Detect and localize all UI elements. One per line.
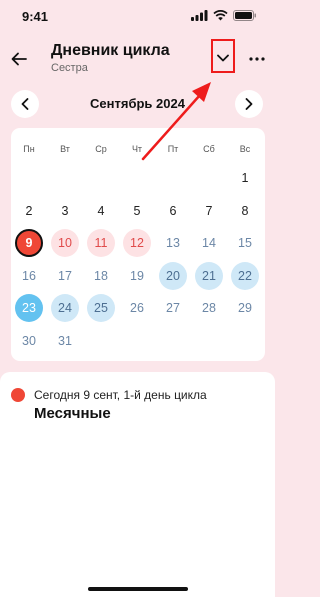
profile-dropdown-button[interactable] (210, 42, 236, 74)
page-subtitle: Сестра (51, 62, 88, 74)
status-time: 9:41 (22, 9, 49, 24)
calendar-day-30[interactable]: 30 (15, 327, 43, 355)
calendar-day-5[interactable]: 5 (123, 197, 151, 225)
calendar-day-20[interactable]: 20 (159, 262, 187, 290)
calendar-day-25[interactable]: 25 (87, 294, 115, 322)
period-dot-icon (11, 388, 25, 402)
calendar-day-28[interactable]: 28 (195, 294, 223, 322)
page-title: Дневник цикла (51, 42, 170, 59)
wifi-icon (213, 10, 228, 21)
more-button[interactable] (246, 50, 268, 68)
calendar-day-18[interactable]: 18 (87, 262, 115, 290)
weekday-label: Вс (239, 144, 251, 154)
signal-icon (191, 10, 208, 21)
calendar-day-19[interactable]: 19 (123, 262, 151, 290)
weekday-label: Пн (23, 144, 35, 154)
battery-icon (233, 10, 256, 21)
calendar-day-1[interactable]: 1 (231, 164, 259, 192)
weekday-label: Пт (167, 144, 179, 154)
back-button[interactable] (8, 48, 30, 70)
calendar-day-8[interactable]: 8 (231, 197, 259, 225)
status-icons (191, 10, 257, 21)
arrow-left-icon (11, 52, 27, 66)
month-navigation: Сентябрь 2024 (0, 90, 275, 120)
cycle-info-sheet: Сегодня 9 сент, 1-й день цикла Месячные (0, 372, 275, 597)
calendar-day-31[interactable]: 31 (51, 327, 79, 355)
more-horizontal-icon (249, 57, 265, 61)
chevron-right-icon (245, 98, 253, 110)
calendar-day-14[interactable]: 14 (195, 229, 223, 257)
calendar-day-21[interactable]: 21 (195, 262, 223, 290)
calendar-day-29[interactable]: 29 (231, 294, 259, 322)
calendar-day-24[interactable]: 24 (51, 294, 79, 322)
chevron-down-icon (217, 54, 229, 62)
weekday-label: Чт (131, 144, 143, 154)
next-month-button[interactable] (235, 90, 263, 118)
calendar-day-17[interactable]: 17 (51, 262, 79, 290)
calendar-day-3[interactable]: 3 (51, 197, 79, 225)
calendar-day-11[interactable]: 11 (87, 229, 115, 257)
weekday-label: Ср (95, 144, 107, 154)
calendar-card: Пн Вт Ср Чт Пт Сб Вс 1 2 3 4 5 6 7 8 9 10 11 12 13 14 15 16 17 1… (11, 128, 265, 361)
calendar-day-12[interactable]: 12 (123, 229, 151, 257)
cycle-phase: Месячные (34, 405, 111, 422)
calendar-day-16[interactable]: 16 (15, 262, 43, 290)
weekday-label: Сб (203, 144, 215, 154)
status-bar: 9:41 (0, 0, 275, 32)
header: Дневник цикла Сестра (0, 38, 275, 82)
calendar-day-2[interactable]: 2 (15, 197, 43, 225)
calendar-day-27[interactable]: 27 (159, 294, 187, 322)
home-indicator (88, 587, 188, 591)
cycle-day-text: Сегодня 9 сент, 1-й день цикла (34, 388, 207, 402)
calendar-day-6[interactable]: 6 (159, 197, 187, 225)
calendar-day-9[interactable]: 9 (15, 229, 43, 257)
calendar-day-22[interactable]: 22 (231, 262, 259, 290)
calendar-day-10[interactable]: 10 (51, 229, 79, 257)
calendar-day-15[interactable]: 15 (231, 229, 259, 257)
weekday-label: Вт (60, 144, 70, 154)
calendar-day-7[interactable]: 7 (195, 197, 223, 225)
calendar-day-23[interactable]: 23 (15, 294, 43, 322)
month-label: Сентябрь 2024 (90, 96, 185, 111)
calendar-day-13[interactable]: 13 (159, 229, 187, 257)
calendar-day-26[interactable]: 26 (123, 294, 151, 322)
calendar-day-4[interactable]: 4 (87, 197, 115, 225)
